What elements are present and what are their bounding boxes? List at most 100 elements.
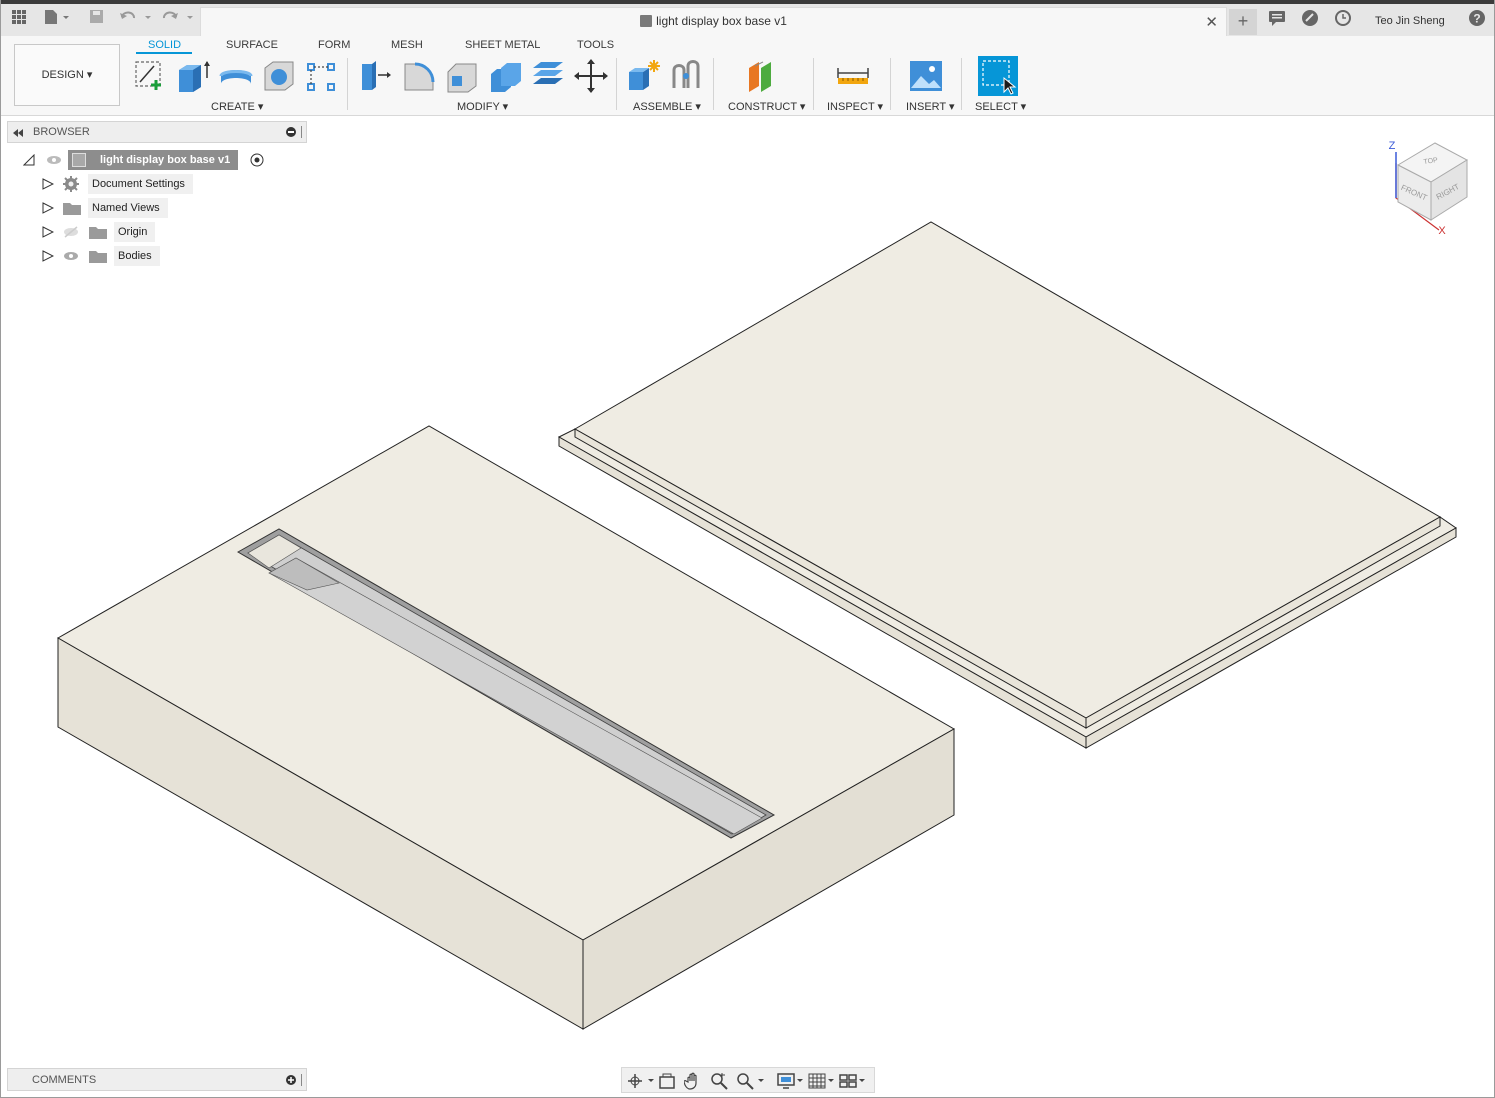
z-axis-label: Z bbox=[1389, 140, 1396, 152]
browser-drag-handle-icon[interactable] bbox=[300, 126, 304, 138]
measure-icon[interactable] bbox=[835, 58, 871, 94]
redo-icon[interactable] bbox=[161, 9, 195, 31]
insert-image-icon[interactable] bbox=[908, 58, 944, 94]
job-status-icon[interactable] bbox=[1301, 9, 1319, 31]
browser-item-document-settings[interactable]: Document Settings bbox=[41, 174, 201, 194]
create-menu[interactable]: CREATE ▾ bbox=[211, 100, 263, 113]
help-icon[interactable]: ? bbox=[1468, 9, 1486, 31]
folder-icon bbox=[63, 203, 81, 215]
notifications-icon[interactable] bbox=[1268, 9, 1286, 31]
sweep-icon[interactable] bbox=[261, 58, 297, 94]
create-sketch-icon[interactable] bbox=[132, 58, 168, 94]
named-views-label: Named Views bbox=[88, 198, 168, 218]
expand-triangle-icon[interactable] bbox=[42, 250, 54, 262]
view-cube[interactable]: TOP FRONT RIGHT Z X bbox=[1389, 140, 1469, 237]
pattern-icon[interactable] bbox=[304, 58, 340, 94]
expand-triangle-icon[interactable] bbox=[42, 202, 54, 214]
toolbar-separator bbox=[961, 58, 962, 110]
extrude-icon[interactable] bbox=[175, 58, 211, 94]
new-component-icon[interactable] bbox=[627, 58, 663, 94]
root-component-label[interactable]: light display box base v1 bbox=[68, 150, 239, 170]
expand-triangle-icon[interactable] bbox=[42, 226, 54, 238]
tab-tools[interactable]: TOOLS bbox=[577, 39, 614, 51]
folder-icon bbox=[89, 251, 107, 263]
browser-title: BROWSER bbox=[33, 126, 90, 138]
shell-icon[interactable] bbox=[487, 58, 523, 94]
browser-panel-header: BROWSER bbox=[7, 121, 307, 143]
grid-settings-icon[interactable] bbox=[808, 1072, 836, 1090]
3d-viewport[interactable]: TOP FRONT RIGHT Z X bbox=[1, 117, 1494, 1065]
app-window: light display box base v1 ✕ + Teo Jin Sh… bbox=[0, 0, 1495, 1098]
comments-panel-header[interactable]: COMMENTS bbox=[7, 1068, 307, 1091]
browser-item-origin[interactable]: Origin bbox=[41, 222, 201, 242]
viewports-icon[interactable] bbox=[839, 1072, 867, 1090]
offset-plane-icon[interactable] bbox=[745, 58, 781, 94]
collapse-browser-icon[interactable] bbox=[12, 128, 24, 138]
hidden-eye-icon[interactable] bbox=[63, 226, 79, 238]
tab-surface[interactable]: SURFACE bbox=[226, 39, 278, 51]
modify-menu[interactable]: MODIFY ▾ bbox=[457, 100, 508, 113]
bodies-label: Bodies bbox=[114, 246, 160, 266]
inspect-menu[interactable]: INSPECT ▾ bbox=[827, 100, 883, 113]
orbit-icon[interactable] bbox=[626, 1072, 654, 1090]
collapse-triangle-icon[interactable] bbox=[23, 154, 35, 166]
tab-form[interactable]: FORM bbox=[318, 39, 350, 51]
select-menu[interactable]: SELECT ▾ bbox=[975, 100, 1026, 113]
user-account-menu[interactable]: Teo Jin Sheng bbox=[1375, 15, 1445, 27]
component-icon bbox=[72, 153, 86, 167]
svg-text:?: ? bbox=[1473, 12, 1480, 26]
browser-item-named-views[interactable]: Named Views bbox=[41, 198, 201, 218]
toolbar-separator bbox=[616, 58, 617, 110]
tab-mesh[interactable]: MESH bbox=[391, 39, 423, 51]
expand-triangle-icon[interactable] bbox=[42, 178, 54, 190]
history-clock-icon[interactable] bbox=[1334, 9, 1352, 31]
revolve-icon[interactable] bbox=[218, 58, 254, 94]
pan-hand-icon[interactable] bbox=[684, 1072, 702, 1090]
minimize-browser-icon[interactable] bbox=[286, 127, 296, 137]
document-tab[interactable]: light display box base v1 ✕ bbox=[200, 7, 1227, 37]
file-menu-icon[interactable] bbox=[43, 9, 71, 31]
x-axis-label: X bbox=[1438, 225, 1446, 237]
look-at-icon[interactable] bbox=[658, 1072, 676, 1090]
toolbar-separator bbox=[890, 58, 891, 110]
comments-title: COMMENTS bbox=[32, 1074, 97, 1086]
tab-sheet-metal[interactable]: SHEET METAL bbox=[465, 39, 540, 51]
new-tab-button[interactable]: + bbox=[1229, 9, 1257, 35]
activate-radio-icon[interactable] bbox=[250, 153, 264, 167]
toolbar-separator bbox=[713, 58, 714, 110]
construct-menu[interactable]: CONSTRUCT ▾ bbox=[728, 100, 805, 113]
chamfer-icon[interactable] bbox=[444, 58, 480, 94]
workspace-switcher-button[interactable]: DESIGN ▾ bbox=[14, 44, 120, 106]
visibility-eye-icon[interactable] bbox=[63, 250, 79, 262]
joint-icon[interactable] bbox=[670, 58, 706, 94]
active-tab-indicator bbox=[136, 52, 192, 54]
add-comment-icon[interactable] bbox=[286, 1075, 296, 1085]
press-pull-icon[interactable] bbox=[358, 58, 394, 94]
comments-drag-handle-icon[interactable] bbox=[300, 1074, 304, 1086]
visibility-eye-icon[interactable] bbox=[46, 154, 62, 166]
zoom-icon[interactable] bbox=[710, 1072, 728, 1090]
fit-zoom-icon[interactable] bbox=[736, 1072, 764, 1090]
toolbar-separator bbox=[347, 58, 348, 110]
document-settings-label: Document Settings bbox=[88, 174, 193, 194]
gear-icon bbox=[63, 176, 79, 192]
assemble-menu[interactable]: ASSEMBLE ▾ bbox=[633, 100, 701, 113]
ribbon-toolbar: DESIGN ▾ SOLID SURFACE FORM MESH SHEET M… bbox=[1, 36, 1494, 116]
apps-grid-icon[interactable] bbox=[11, 9, 27, 31]
display-settings-icon[interactable] bbox=[777, 1072, 805, 1090]
title-bar: light display box base v1 ✕ + Teo Jin Sh… bbox=[1, 0, 1494, 37]
close-tab-icon[interactable]: ✕ bbox=[1205, 13, 1218, 31]
fillet-icon[interactable] bbox=[401, 58, 437, 94]
select-window-icon[interactable] bbox=[978, 56, 1018, 96]
document-icon bbox=[640, 15, 653, 27]
move-icon[interactable] bbox=[573, 58, 609, 94]
browser-root-item[interactable]: light display box base v1 bbox=[21, 150, 281, 170]
browser-item-bodies[interactable]: Bodies bbox=[41, 246, 201, 266]
undo-icon[interactable] bbox=[119, 9, 153, 31]
origin-label: Origin bbox=[114, 222, 156, 242]
save-icon[interactable] bbox=[89, 9, 105, 31]
tab-solid[interactable]: SOLID bbox=[148, 39, 181, 51]
insert-menu[interactable]: INSERT ▾ bbox=[906, 100, 955, 113]
toolbar-separator bbox=[813, 58, 814, 110]
combine-icon[interactable] bbox=[530, 58, 566, 94]
